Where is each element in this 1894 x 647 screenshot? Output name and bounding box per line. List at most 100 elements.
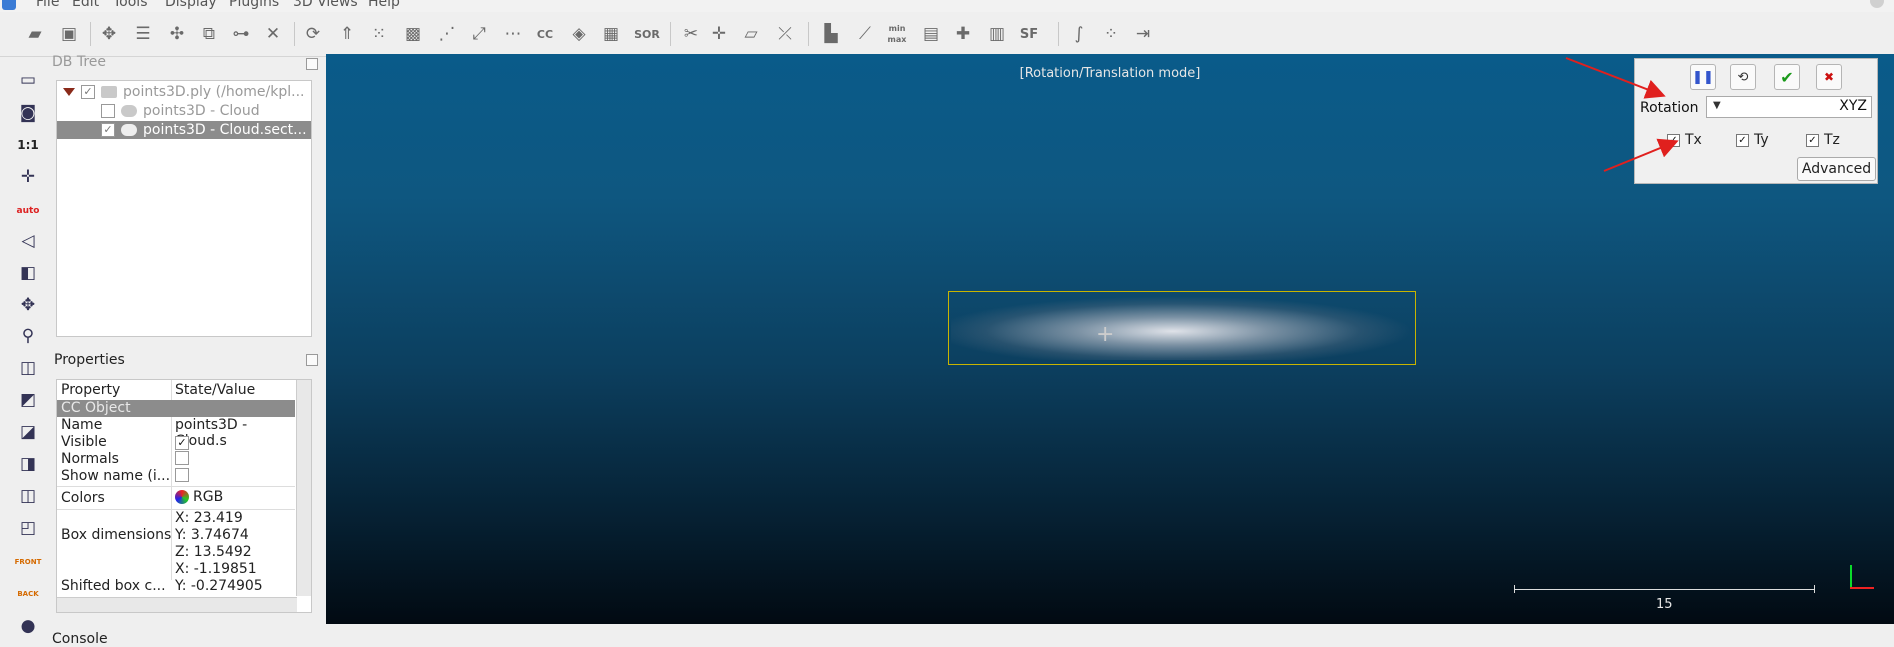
tree-item-cloud[interactable]: points3D - Cloud xyxy=(57,102,311,120)
advanced-button[interactable]: Advanced xyxy=(1797,157,1876,181)
checker-icon[interactable]: ▦ xyxy=(598,21,624,47)
plot-icon[interactable]: ⟋ xyxy=(852,21,878,47)
distance-icon[interactable]: ⋯ xyxy=(500,21,526,47)
measure-icon[interactable]: ⤫ xyxy=(772,21,798,47)
tree-checkbox[interactable]: ✓ xyxy=(101,123,115,137)
list-icon[interactable]: ☰ xyxy=(130,21,156,47)
reset-button[interactable]: ⟲ xyxy=(1730,64,1756,90)
tree-item-label: points3D - Cloud xyxy=(143,103,260,119)
table-row: Shifted box c... Y: -0.274905 xyxy=(57,578,295,595)
show-name-checkbox[interactable] xyxy=(175,468,189,486)
histogram-icon[interactable]: ▙ xyxy=(818,21,844,47)
cc-icon[interactable]: CC xyxy=(532,21,558,47)
tree-item-section[interactable]: ✓ points3D - Cloud.sect... xyxy=(57,121,311,139)
filter-icon[interactable]: ◈ xyxy=(566,21,592,47)
merge-icon[interactable]: ⊶ xyxy=(228,21,254,47)
back-iso-icon[interactable]: BACK xyxy=(14,581,42,607)
expand-arrow-icon[interactable] xyxy=(63,88,75,96)
properties-table: Property State/Value CC Object Name poin… xyxy=(56,379,312,613)
iso-view-icon[interactable]: ◰ xyxy=(14,515,42,541)
cube-icon[interactable]: ◧ xyxy=(14,260,42,286)
menu-3d-views[interactable]: 3D Views xyxy=(293,0,358,10)
ok-button[interactable]: ✔ xyxy=(1774,64,1800,90)
sample-icon[interactable]: ✣ xyxy=(164,21,190,47)
menu-plugins[interactable]: Plugins xyxy=(229,0,279,10)
tree-checkbox[interactable]: ✓ xyxy=(81,85,95,99)
move-icon[interactable]: ✛ xyxy=(706,21,732,47)
add-icon[interactable]: ✚ xyxy=(950,21,976,47)
tree-item-label: points3D.ply (/home/kpl... xyxy=(123,84,305,100)
scale-bar-right-tick xyxy=(1814,585,1815,593)
register-icon[interactable]: ⋰ xyxy=(434,21,460,47)
tx-checkbox[interactable]: ✓ Tx xyxy=(1667,132,1702,148)
view-icon[interactable]: ▭ xyxy=(14,67,42,93)
calculator-icon[interactable]: ▥ xyxy=(984,21,1010,47)
delete-icon[interactable]: ✕ xyxy=(260,21,286,47)
horizontal-scrollbar[interactable] xyxy=(57,597,297,612)
rotation-select[interactable]: ▼ XYZ xyxy=(1706,96,1872,118)
property-key: Colors xyxy=(61,490,105,506)
clone-icon[interactable]: ⟳ xyxy=(300,21,326,47)
pause-button[interactable]: ❚❚ xyxy=(1690,64,1716,90)
scale-bar xyxy=(1514,589,1814,590)
menu-edit[interactable]: Edit xyxy=(72,0,99,10)
left-view-icon[interactable]: ◪ xyxy=(14,419,42,445)
pivot-move-icon[interactable]: ✥ xyxy=(14,292,42,318)
one-to-one-icon[interactable]: 1:1 xyxy=(14,132,42,158)
cloud-icon xyxy=(121,105,137,117)
right-view-icon[interactable]: ◨ xyxy=(14,451,42,477)
calendar-icon[interactable]: ▤ xyxy=(918,21,944,47)
app-logo-icon xyxy=(2,0,16,10)
menu-file[interactable]: File xyxy=(36,0,59,10)
front-view-icon[interactable]: ◩ xyxy=(14,387,42,413)
main-toolbar: ▰ ▣ ✥ ☰ ✣ ⧉ ⊶ ✕ ⟳ ⇑ ⁙ ▩ ⋰ ⤢ ⋯ CC ◈ ▦ SOR… xyxy=(0,12,1894,57)
db-tree-float-icon[interactable] xyxy=(306,58,318,70)
scatter-icon[interactable]: ⁘ xyxy=(1098,21,1124,47)
visible-checkbox[interactable]: ✓ xyxy=(175,434,189,450)
vertical-scrollbar[interactable] xyxy=(296,380,311,596)
tree-item-root[interactable]: ✓ points3D.ply (/home/kpl... xyxy=(57,83,311,101)
save-icon[interactable]: ▣ xyxy=(56,21,82,47)
align-icon[interactable]: ⤢ xyxy=(466,21,492,47)
normals-checkbox[interactable] xyxy=(175,451,189,469)
close-icon: ✖ xyxy=(1823,70,1835,84)
ty-checkbox[interactable]: ✓ Ty xyxy=(1736,132,1769,148)
menu-help[interactable]: Help xyxy=(368,0,400,10)
cross-section-icon[interactable]: ✂ xyxy=(678,21,704,47)
menu-tools[interactable]: Tools xyxy=(113,0,148,10)
plane-icon[interactable]: ▱ xyxy=(738,21,764,47)
properties-float-icon[interactable] xyxy=(306,354,318,366)
mesh-icon[interactable]: ▩ xyxy=(400,21,426,47)
stereo-icon[interactable]: ● xyxy=(14,613,42,639)
pivot-icon[interactable]: ✛ xyxy=(14,164,42,190)
open-icon[interactable]: ▰ xyxy=(22,21,48,47)
segment-icon[interactable]: ⧉ xyxy=(196,21,222,47)
cancel-button[interactable]: ✖ xyxy=(1816,64,1842,90)
curve-icon[interactable]: ∫ xyxy=(1066,21,1092,47)
db-tree: ✓ points3D.ply (/home/kpl... points3D - … xyxy=(56,80,312,337)
tz-checkbox[interactable]: ✓ Tz xyxy=(1806,132,1840,148)
tree-checkbox[interactable] xyxy=(101,104,115,118)
colors-select[interactable]: RGB xyxy=(175,489,223,505)
window-control-icon[interactable] xyxy=(1870,0,1884,8)
perspective-icon[interactable]: ◁ xyxy=(14,228,42,254)
subsample-icon[interactable]: ⁙ xyxy=(366,21,392,47)
sf-icon[interactable]: SF xyxy=(1016,21,1042,47)
front-iso-icon[interactable]: FRONT xyxy=(14,549,42,575)
top-view-icon[interactable]: ◫ xyxy=(14,355,42,381)
ty-label: Ty xyxy=(1754,132,1769,148)
table-row: Box dimensions Y: 3.74674 xyxy=(57,527,295,544)
axis-x-icon xyxy=(1850,587,1874,589)
zoom-icon[interactable]: ⚲ xyxy=(14,323,42,349)
auto-pivot-icon[interactable]: auto xyxy=(14,198,42,224)
camera-icon[interactable]: ◙ xyxy=(14,100,42,126)
pause-icon: ❚❚ xyxy=(1692,69,1714,85)
translate-icon[interactable]: ✥ xyxy=(96,21,122,47)
bottom-view-icon[interactable]: ◫ xyxy=(14,483,42,509)
normals-icon[interactable]: ⇑ xyxy=(334,21,360,47)
check-icon: ✔ xyxy=(1780,67,1794,87)
sor-icon[interactable]: SOR xyxy=(630,21,664,47)
menu-display[interactable]: Display xyxy=(165,0,217,10)
export-icon[interactable]: ⇥ xyxy=(1130,21,1156,47)
minmax-icon[interactable]: min max xyxy=(884,21,910,47)
